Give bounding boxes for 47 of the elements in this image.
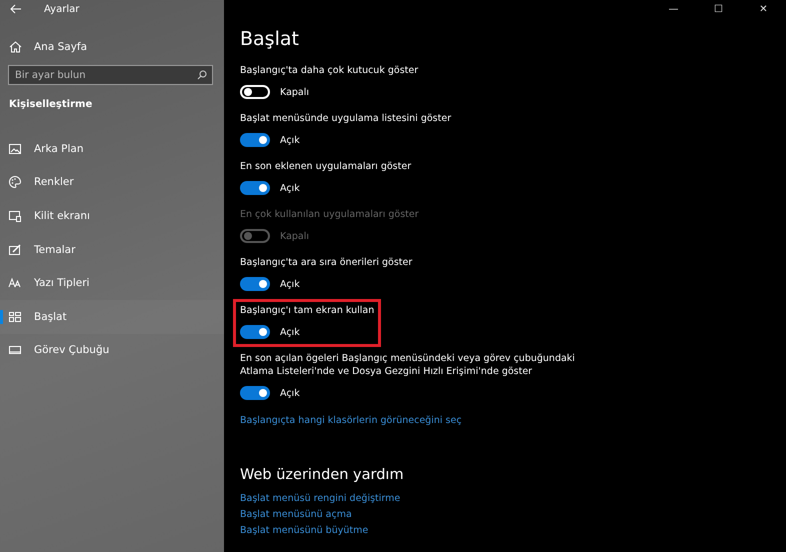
toggle-switch[interactable] xyxy=(240,325,270,339)
back-arrow-icon[interactable] xyxy=(10,4,22,14)
toggle-state: Açık xyxy=(280,134,300,146)
nav-item[interactable]: Renkler xyxy=(0,166,224,200)
setting-label: Başlangıç'ta daha çok kutucuk göster xyxy=(240,64,418,77)
help-heading: Web üzerinden yardım xyxy=(240,467,405,483)
setting-label: En son eklenen uygulamaları göster xyxy=(240,160,412,173)
page-title: Başlat xyxy=(240,28,300,50)
help-link[interactable]: Başlat menüsünü açma xyxy=(240,509,352,520)
nav-item[interactable]: Görev Çubuğu xyxy=(0,334,224,368)
toggle-switch[interactable] xyxy=(240,181,270,195)
toggle-state: Açık xyxy=(280,278,300,290)
toggle-state: Açık xyxy=(280,326,300,338)
brush-icon xyxy=(8,242,22,257)
maximize-button[interactable]: ☐ xyxy=(696,0,741,20)
home-nav-item[interactable]: Ana Sayfa xyxy=(9,41,224,53)
screen-lock-icon xyxy=(8,208,22,223)
toggle-state: Kapalı xyxy=(280,230,310,242)
toggle-state: Açık xyxy=(280,388,300,398)
setting-label: En çok kullanılan uygulamaları göster xyxy=(240,208,419,221)
nav-item[interactable]: Başlat xyxy=(0,300,224,334)
nav-item[interactable]: Temalar xyxy=(0,232,224,266)
palette-icon xyxy=(8,175,22,190)
home-icon xyxy=(9,41,22,53)
setting-label: Başlangıç'ta ara sıra önerileri göster xyxy=(240,256,412,269)
search-field[interactable]: Bir ayar bulun xyxy=(8,65,213,85)
help-link[interactable]: Başlat menüsü rengini değiştirme xyxy=(240,493,400,504)
toggle-state: Açık xyxy=(280,182,300,194)
section-heading: Kişiselleştirme xyxy=(9,99,94,110)
folders-link[interactable]: Başlangıçta hangi klasörlerin görüneceğini seç xyxy=(240,415,462,426)
toggle-switch[interactable] xyxy=(240,277,270,291)
setting-label: En son açılan ögeleri Başlangıç menüsündeki veya görev çubuğundaki Atlama Listeleri'nde ve Dosya Gezgini Hızlı Erişimi'nde göster xyxy=(240,352,576,378)
picture-icon xyxy=(8,142,22,156)
setting-label: Başlangıç'ı tam ekran kullan xyxy=(240,304,374,317)
window-title: Ayarlar xyxy=(44,4,80,14)
setting-label: Başlat menüsünde uygulama listesini göster xyxy=(240,112,452,125)
minimize-button[interactable]: — xyxy=(651,0,696,20)
nav-item[interactable]: Arka Plan xyxy=(0,132,224,166)
toggle-state: Kapalı xyxy=(280,86,310,98)
toggle-switch[interactable] xyxy=(240,133,270,147)
search-icon xyxy=(197,70,207,80)
nav-item[interactable]: Yazı Tipleri xyxy=(0,266,224,300)
tiles-icon xyxy=(8,310,22,324)
toggle-switch[interactable] xyxy=(240,386,270,400)
close-button[interactable]: ✕ xyxy=(741,0,786,20)
nav-item[interactable]: Kilit ekranı xyxy=(0,199,224,233)
help-link[interactable]: Başlat menüsünü büyütme xyxy=(240,525,368,536)
